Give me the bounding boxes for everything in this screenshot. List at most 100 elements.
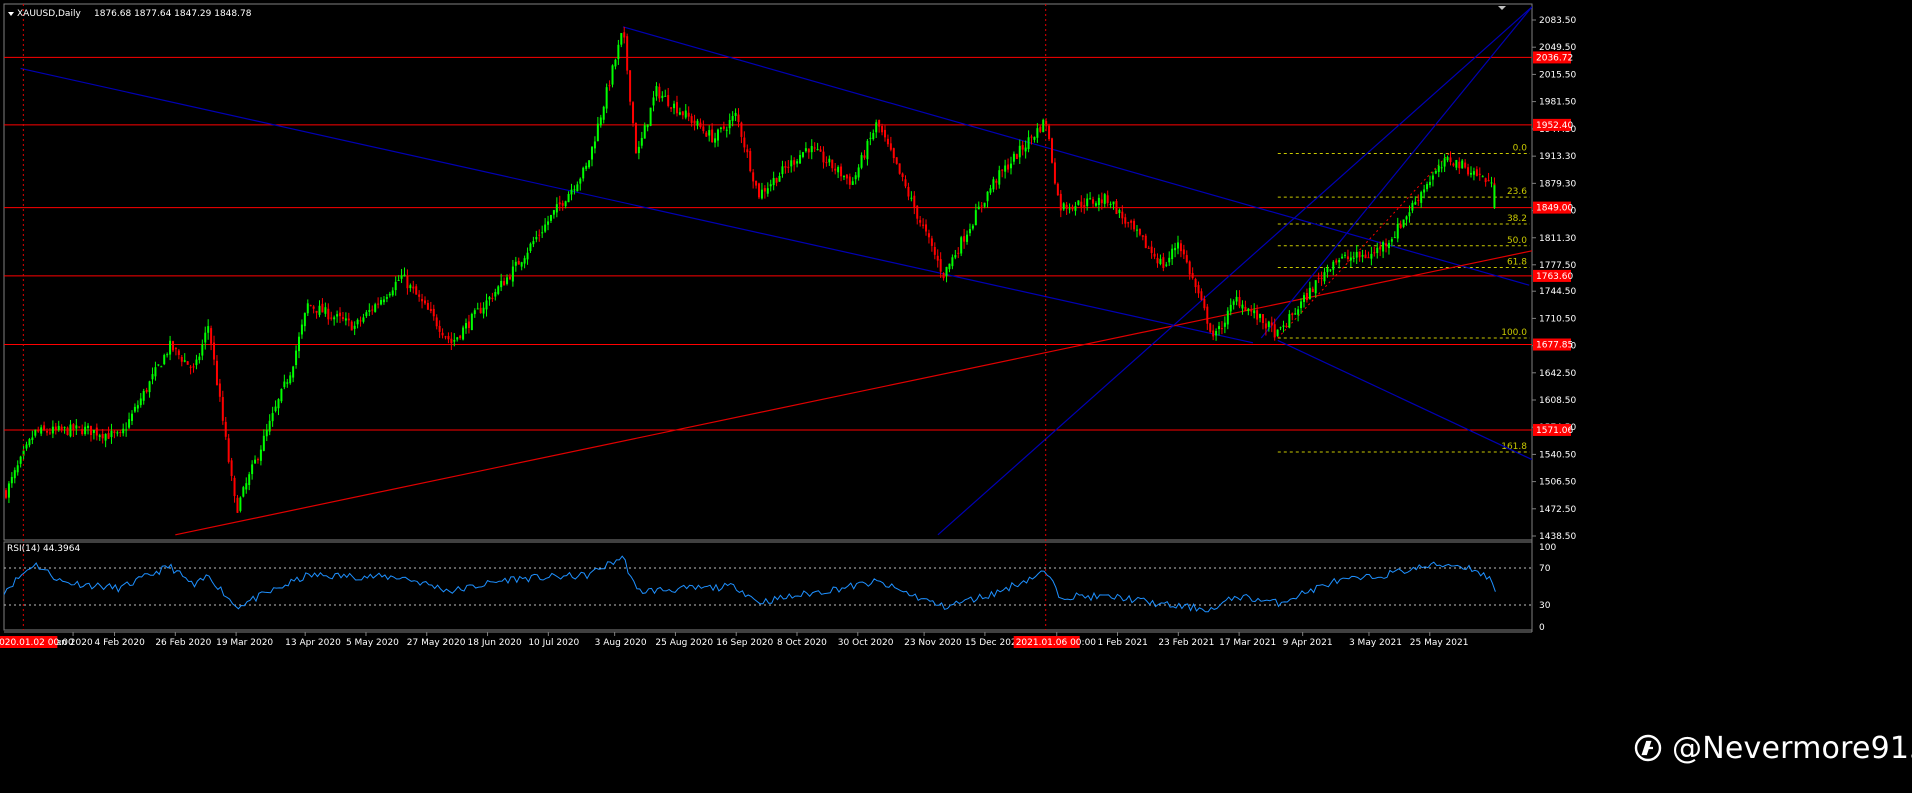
candle-body	[857, 167, 860, 178]
candle-body	[992, 179, 995, 190]
candle-body	[986, 191, 989, 202]
candle-body	[78, 426, 81, 428]
candle-body	[1209, 323, 1212, 332]
candle-body	[719, 127, 722, 129]
candle-body	[752, 172, 755, 182]
price-axis: 2083.502049.502015.501981.501947.301913.…	[1532, 16, 1576, 542]
candle-body	[1153, 253, 1156, 257]
candle-body	[781, 166, 784, 175]
scroll-marker-icon[interactable]	[1498, 6, 1506, 10]
candle-body	[822, 151, 825, 163]
candle-body	[837, 166, 840, 173]
candle-body	[1443, 158, 1446, 167]
candle-body	[1089, 198, 1092, 200]
candle-body	[664, 95, 667, 97]
candle-body	[1344, 254, 1347, 256]
candle-body	[242, 487, 245, 497]
candle-body	[218, 383, 221, 397]
candle-body	[476, 308, 479, 310]
candle-body	[95, 427, 98, 436]
trendline[interactable]	[175, 250, 1532, 536]
trendline[interactable]	[622, 26, 1530, 286]
candle-body	[142, 391, 145, 401]
candle-body	[775, 177, 778, 183]
price-tick-label: 1438.50	[1539, 532, 1576, 542]
candle-body	[254, 459, 257, 464]
candle-body	[1267, 321, 1270, 328]
candle-body	[1390, 239, 1393, 242]
trendline[interactable]	[1260, 6, 1532, 339]
trendline[interactable]	[1277, 339, 1532, 461]
trendline[interactable]	[937, 6, 1532, 536]
candle-body	[693, 120, 696, 124]
price-plot-area[interactable]: 0.023.638.250.061.8100.0161.8	[4, 6, 1532, 536]
candle-body	[845, 174, 848, 179]
candle-body	[236, 497, 239, 513]
candle-body	[705, 132, 708, 137]
candle-body	[1317, 278, 1320, 280]
candle-body	[995, 180, 998, 183]
candle-body	[1165, 264, 1168, 266]
candle-body	[725, 129, 728, 131]
candles-group[interactable]	[5, 26, 1496, 514]
candle-body	[1188, 261, 1191, 275]
candle-body	[1121, 211, 1124, 219]
candle-body	[268, 420, 271, 432]
candle-body	[620, 33, 623, 45]
candle-body	[1467, 167, 1470, 175]
watermark-text: @Nevermore913	[1672, 730, 1912, 766]
candle-body	[813, 147, 816, 149]
candle-body	[1440, 167, 1443, 169]
candle-body	[1431, 175, 1434, 180]
candle-body	[1405, 216, 1408, 220]
candle-body	[1150, 246, 1153, 253]
candle-body	[1355, 252, 1358, 258]
candle-body	[462, 327, 465, 340]
candle-body	[1487, 179, 1490, 182]
candle-body	[1033, 136, 1036, 140]
rsi-plot-area[interactable]	[4, 555, 1532, 613]
candle-body	[1235, 296, 1238, 302]
candle-body	[831, 159, 834, 169]
candle-body	[1335, 260, 1338, 263]
candle-body	[1062, 203, 1065, 210]
candle-body	[728, 120, 731, 129]
cursor-date-tag-label: 2021.01.06 00:00	[1016, 638, 1097, 648]
candle-body	[769, 184, 772, 187]
candle-body	[374, 304, 377, 312]
chart-canvas[interactable]: 0.023.638.250.061.8100.0161.8XAUUSD,Dail…	[0, 0, 1912, 793]
dropdown-triangle-icon[interactable]	[8, 12, 14, 16]
candle-body	[863, 155, 866, 158]
candle-body	[684, 110, 687, 118]
trendline[interactable]	[20, 67, 1254, 344]
candle-body	[1197, 285, 1200, 294]
candle-body	[321, 303, 324, 313]
rsi-line[interactable]	[4, 555, 1496, 613]
candle-body	[608, 85, 611, 87]
candle-body	[1475, 169, 1478, 176]
candle-body	[957, 252, 960, 254]
candle-body	[1464, 162, 1467, 168]
candle-body	[280, 388, 283, 402]
candle-body	[423, 300, 426, 304]
candle-body	[1305, 293, 1308, 301]
candle-body	[1059, 193, 1062, 211]
candle-body	[207, 326, 210, 333]
candle-body	[447, 336, 450, 340]
candle-body	[1007, 164, 1010, 170]
candle-body	[605, 87, 608, 109]
candle-body	[1071, 206, 1074, 210]
candle-body	[403, 274, 406, 277]
candle-body	[1229, 304, 1232, 312]
fib-level-label: 100.0	[1501, 328, 1527, 338]
candle-body	[1472, 171, 1475, 175]
candle-body	[968, 229, 971, 234]
candle-body	[368, 310, 371, 312]
time-tick-label: 25 Aug 2020	[655, 638, 713, 648]
candle-body	[130, 413, 133, 421]
candle-body	[60, 426, 63, 430]
candle-body	[758, 183, 761, 198]
candle-body	[1244, 306, 1247, 312]
candle-body	[75, 425, 78, 429]
candle-body	[435, 317, 438, 327]
